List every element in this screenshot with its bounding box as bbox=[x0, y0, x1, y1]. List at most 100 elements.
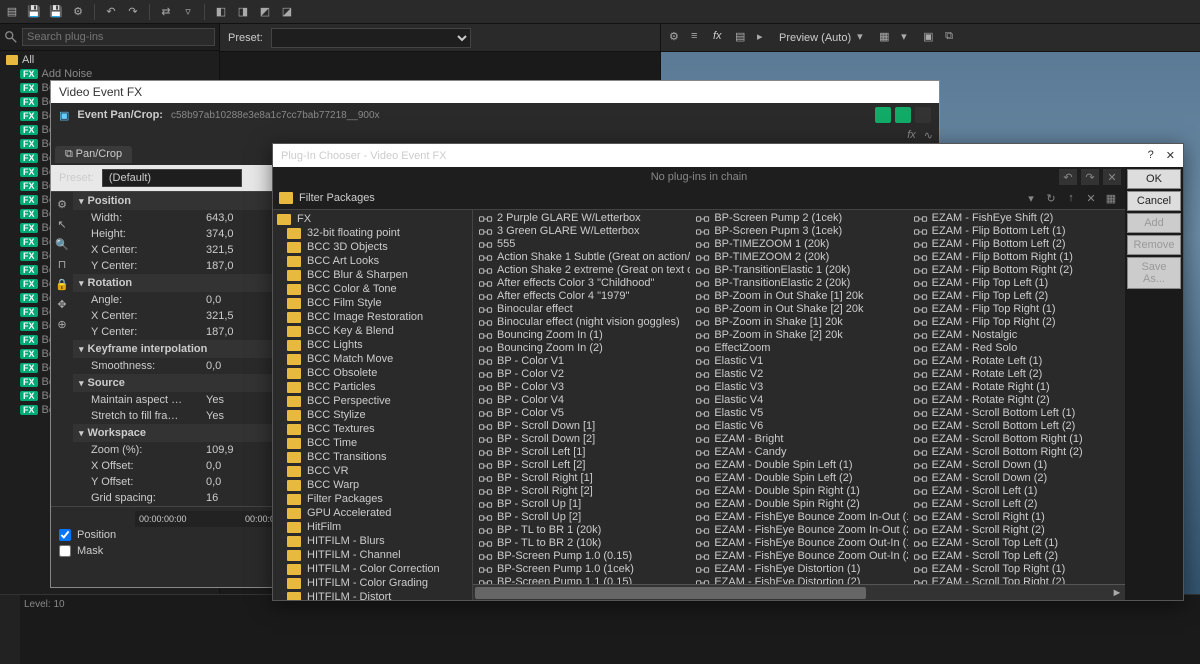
folder-item[interactable]: BCC Blur & Sharpen bbox=[275, 268, 470, 282]
plugin-item[interactable]: EZAM - FishEye Bounce Zoom In-Out (1) bbox=[694, 511, 903, 524]
search-input[interactable] bbox=[22, 28, 215, 46]
plugin-item[interactable]: EZAM - Scroll Bottom Left (1) bbox=[912, 407, 1121, 420]
saveas-button[interactable]: Save As... bbox=[1127, 257, 1181, 289]
plugin-item[interactable]: EZAM - Flip Bottom Left (2) bbox=[912, 238, 1121, 251]
plugin-item[interactable]: EZAM - Candy bbox=[694, 446, 903, 459]
folder-item[interactable]: BCC Particles bbox=[275, 380, 470, 394]
preview-mode-label[interactable]: Preview (Auto) bbox=[779, 32, 851, 44]
chevron-down-icon[interactable]: ▾ bbox=[857, 30, 873, 46]
prop-row[interactable]: Grid spacing:16 bbox=[73, 490, 272, 506]
plugin-item[interactable]: EZAM - Scroll Bottom Left (2) bbox=[912, 420, 1121, 433]
plugin-item[interactable]: EZAM - Flip Top Right (2) bbox=[912, 316, 1121, 329]
gear-icon[interactable]: ⚙ bbox=[54, 196, 70, 212]
plugin-item[interactable]: BP - Scroll Left [2] bbox=[477, 459, 686, 472]
plugin-item[interactable]: EZAM - Double Spin Left (2) bbox=[694, 472, 903, 485]
plugin-item[interactable]: Binocular effect (night vision goggles) bbox=[477, 316, 686, 329]
scrollbar-thumb[interactable] bbox=[475, 587, 866, 599]
plugin-item[interactable]: EZAM - Scroll Down (2) bbox=[912, 472, 1121, 485]
plugin-item[interactable]: BP-Screen Pump 1.0 (0.15) bbox=[477, 550, 686, 563]
gear-icon[interactable]: ⚙ bbox=[669, 30, 685, 46]
lock-icon[interactable]: 🔒 bbox=[54, 276, 70, 292]
split-icon[interactable]: ▤ bbox=[735, 30, 751, 46]
plugin-item[interactable]: EZAM - Rotate Left (2) bbox=[912, 368, 1121, 381]
fx-btn-4[interactable]: ◪ bbox=[279, 4, 295, 20]
section-header-rotation[interactable]: Rotation bbox=[73, 274, 272, 292]
file-icon[interactable]: ▤ bbox=[4, 4, 20, 20]
target-icon[interactable]: ⊕ bbox=[54, 316, 70, 332]
plugin-item[interactable]: 2 Purple GLARE W/Letterbox bbox=[477, 212, 686, 225]
plugin-item[interactable]: BP - Color V5 bbox=[477, 407, 686, 420]
zoom-icon[interactable]: 🔍 bbox=[54, 236, 70, 252]
plugin-item[interactable]: BP-Zoom in Out Shake [1] 20k bbox=[694, 290, 903, 303]
copy-icon[interactable]: ⧉ bbox=[945, 30, 961, 46]
plugin-item[interactable]: BP-Screen Pupm 3 (1cek) bbox=[694, 225, 903, 238]
prop-value[interactable]: Yes bbox=[206, 410, 266, 422]
plugin-item[interactable]: 555 bbox=[477, 238, 686, 251]
help-button[interactable]: ? bbox=[1148, 149, 1154, 162]
plugin-item[interactable]: Elastic V6 bbox=[694, 420, 903, 433]
plugin-item[interactable]: EZAM - Red Solo bbox=[912, 342, 1121, 355]
plugin-item[interactable]: BP - Scroll Down [2] bbox=[477, 433, 686, 446]
plugin-item[interactable]: Elastic V4 bbox=[694, 394, 903, 407]
folder-item[interactable]: HITFILM - Color Correction bbox=[275, 562, 470, 576]
play-icon[interactable]: ▸ bbox=[757, 30, 773, 46]
track-checkbox[interactable] bbox=[59, 529, 71, 541]
curve-icon[interactable]: ∿ bbox=[924, 129, 933, 142]
cancel-button[interactable]: Cancel bbox=[1127, 191, 1181, 211]
horizontal-scrollbar[interactable]: ◄ ► bbox=[473, 584, 1125, 600]
tab-pancrop[interactable]: ⧉ Pan/Crop bbox=[55, 146, 132, 163]
marker-icon[interactable]: ▿ bbox=[180, 4, 196, 20]
preset-select[interactable] bbox=[271, 28, 471, 48]
plugin-item[interactable]: Action Shake 2 extreme (Great on text or… bbox=[477, 264, 686, 277]
plugin-item[interactable]: EffectZoom bbox=[694, 342, 903, 355]
plugin-list[interactable]: 2 Purple GLARE W/Letterbox3 Green GLARE … bbox=[473, 210, 1125, 584]
prop-value[interactable]: 0,0 bbox=[206, 360, 266, 372]
folder-item[interactable]: BCC Film Style bbox=[275, 296, 470, 310]
plugin-item[interactable]: EZAM - Scroll Bottom Right (2) bbox=[912, 446, 1121, 459]
plugin-item[interactable]: EZAM - Rotate Right (1) bbox=[912, 381, 1121, 394]
plugin-item[interactable]: EZAM - Flip Bottom Right (2) bbox=[912, 264, 1121, 277]
plugin-item[interactable]: Binocular effect bbox=[477, 303, 686, 316]
plugin-item[interactable]: EZAM - Scroll Top Right (2) bbox=[912, 576, 1121, 584]
prop-row[interactable]: Y Center:187,0 bbox=[73, 324, 272, 340]
action-btn-1[interactable] bbox=[875, 107, 891, 123]
folder-item[interactable]: BCC Perspective bbox=[275, 394, 470, 408]
plugin-item[interactable]: Bouncing Zoom In (1) bbox=[477, 329, 686, 342]
dropdown-icon[interactable]: ▾ bbox=[1023, 190, 1039, 206]
link-icon[interactable]: ⇄ bbox=[158, 4, 174, 20]
plugin-item[interactable]: BP - Color V1 bbox=[477, 355, 686, 368]
view-icon[interactable]: ▦ bbox=[1103, 190, 1119, 206]
prop-value[interactable]: 0,0 bbox=[206, 294, 266, 306]
ok-button[interactable]: OK bbox=[1127, 169, 1181, 189]
folder-item[interactable]: GPU Accelerated bbox=[275, 506, 470, 520]
plugin-item[interactable]: EZAM - Double Spin Right (1) bbox=[694, 485, 903, 498]
folder-tree[interactable]: FX32-bit floating pointBCC 3D ObjectsBCC… bbox=[273, 210, 473, 600]
plugin-item[interactable]: BP - TL to BR 1 (20k) bbox=[477, 524, 686, 537]
plugin-item[interactable]: BP - Color V2 bbox=[477, 368, 686, 381]
prop-value[interactable]: 109,9 bbox=[206, 444, 266, 456]
prop-value[interactable]: 0,0 bbox=[206, 476, 266, 488]
folder-item[interactable]: BCC Lights bbox=[275, 338, 470, 352]
chain-undo-icon[interactable]: ↶ bbox=[1059, 169, 1077, 185]
plugin-item[interactable]: EZAM - Flip Bottom Left (1) bbox=[912, 225, 1121, 238]
folder-item[interactable]: BCC Stylize bbox=[275, 408, 470, 422]
folder-item[interactable]: HITFILM - Color Grading bbox=[275, 576, 470, 590]
plugin-item[interactable]: EZAM - FishEye Shift (2) bbox=[912, 212, 1121, 225]
prop-row[interactable]: Width:643,0 bbox=[73, 210, 272, 226]
prop-value[interactable]: 643,0 bbox=[206, 212, 266, 224]
prop-value[interactable]: 187,0 bbox=[206, 326, 266, 338]
prop-row[interactable]: Maintain aspect …Yes bbox=[73, 392, 272, 408]
plugin-item[interactable]: BP-Screen Pump 1.0 (1cek) bbox=[477, 563, 686, 576]
prop-value[interactable]: 16 bbox=[206, 492, 266, 504]
plugin-item[interactable]: EZAM - FishEye Bounce Zoom Out-In (2) bbox=[694, 550, 903, 563]
plugin-item[interactable]: EZAM - FishEye Bounce Zoom In-Out (2) bbox=[694, 524, 903, 537]
tree-root[interactable]: All bbox=[2, 53, 217, 67]
plugin-item[interactable]: Action Shake 1 Subtle (Great on action/e… bbox=[477, 251, 686, 264]
plugin-item[interactable]: EZAM - Scroll Left (2) bbox=[912, 498, 1121, 511]
delete-icon[interactable]: ✕ bbox=[1083, 190, 1099, 206]
folder-item[interactable]: HitFilm bbox=[275, 520, 470, 534]
section-header-source[interactable]: Source bbox=[73, 374, 272, 392]
prop-row[interactable]: Y Offset:0,0 bbox=[73, 474, 272, 490]
color-icon[interactable]: ≡ bbox=[691, 30, 707, 46]
folder-item[interactable]: HITFILM - Blurs bbox=[275, 534, 470, 548]
